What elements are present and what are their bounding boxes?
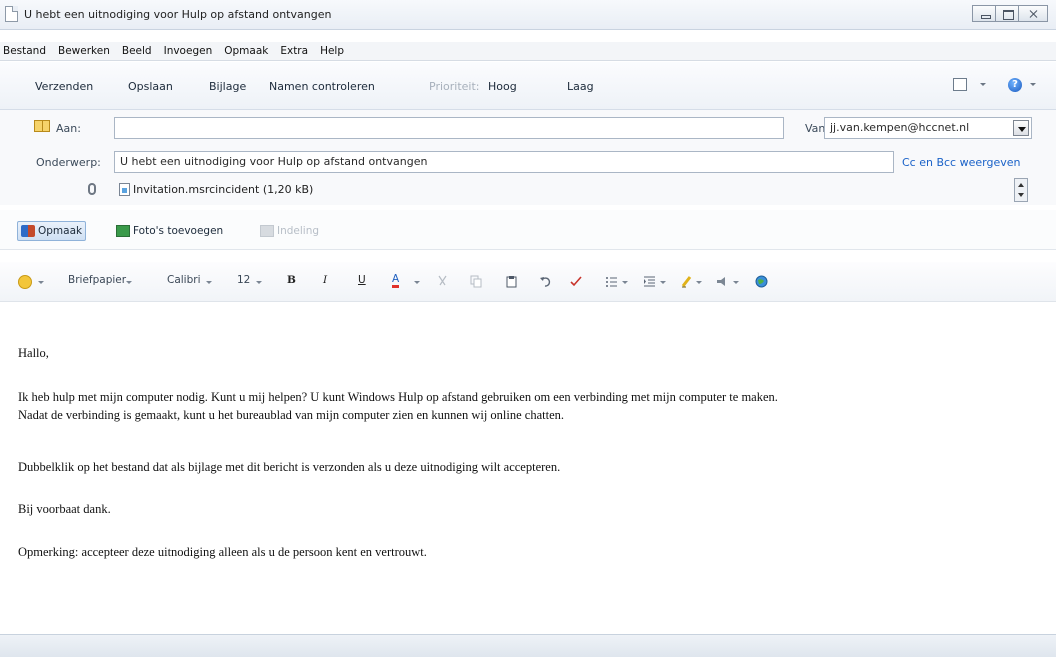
underline-button[interactable]: U [358,274,366,286]
save-button[interactable]: Opslaan [128,80,173,93]
italic-button[interactable]: I [323,274,327,286]
window-controls [972,5,1048,22]
window-title: U hebt een uitnodiging voor Hulp op afst… [24,8,332,21]
layout-label: Indeling [277,225,320,237]
chevron-down-icon[interactable] [660,281,666,284]
minimize-button[interactable] [972,5,996,22]
stationery-dropdown[interactable]: Briefpapier [68,274,126,286]
check-names-button[interactable]: Namen controleren [269,80,375,93]
bulleted-list-icon[interactable] [605,275,618,288]
status-bar [0,634,1056,657]
menu-insert[interactable]: Invoegen [158,45,219,57]
from-select[interactable]: jj.van.kempen@hccnet.nl [824,117,1032,139]
menu-help[interactable]: Help [314,45,350,57]
body-paragraph: Dubbelklik op het bestand dat als bijlag… [18,460,561,474]
format-button[interactable]: Opmaak [17,221,87,241]
main-toolbar: Verzenden Opslaan Bijlage Namen controle… [0,62,1056,110]
cut-icon[interactable] [436,275,449,288]
font-color-button[interactable]: A [392,274,400,288]
priority-low-button[interactable]: Laag [567,80,594,93]
close-button[interactable] [1018,5,1048,22]
chevron-down-icon[interactable] [1030,83,1036,86]
from-value: jj.van.kempen@hccnet.nl [830,121,970,134]
paperclip-icon [88,183,96,195]
menu-tools[interactable]: Extra [274,45,314,57]
to-input[interactable] [114,117,784,139]
menu-edit[interactable]: Bewerken [52,45,116,57]
chevron-down-icon[interactable] [206,281,212,284]
chevron-down-icon[interactable] [38,281,44,284]
send-button[interactable]: Verzenden [35,80,93,93]
emoticon-icon[interactable] [18,275,32,289]
photo-icon [116,225,130,237]
add-photos-label: Foto's toevoegen [133,225,224,237]
chevron-down-icon[interactable] [980,83,986,86]
font-family-dropdown[interactable]: Calibri [167,274,201,286]
chevron-down-icon[interactable] [733,281,739,284]
priority-label: Prioriteit: [429,80,480,93]
attach-button[interactable]: Bijlage [209,80,246,93]
layout-icon [260,225,274,237]
document-icon [5,6,18,22]
chevron-down-icon[interactable] [696,281,702,284]
send-receive-icon[interactable] [953,78,967,91]
chevron-down-icon[interactable] [622,281,628,284]
cc-bcc-link[interactable]: Cc en Bcc weergeven [902,156,1020,169]
chevron-down-icon[interactable] [126,281,132,284]
formatting-toolbar: Briefpapier Calibri 12 B I U A [0,262,1056,302]
help-icon[interactable]: ? [1008,78,1022,92]
menu-view[interactable]: Beeld [116,45,158,57]
message-body[interactable]: Hallo, Ik heb hulp met mijn computer nod… [0,303,1056,633]
layout-button[interactable]: Indeling [257,221,322,241]
chevron-down-icon[interactable] [414,281,420,284]
undo-icon[interactable] [539,275,552,288]
body-greeting: Hallo, [18,346,49,360]
body-paragraph: Bij voorbaat dank. [18,502,111,516]
body-paragraph-line: Nadat de verbinding is gemaakt, kunt u h… [18,408,565,422]
insert-object-icon[interactable] [715,275,728,288]
add-photos-button[interactable]: Foto's toevoegen [113,221,226,241]
priority-high-button[interactable]: Hoog [488,80,517,93]
indent-icon[interactable] [643,275,656,288]
format-label: Opmaak [38,225,83,237]
menu-file[interactable]: Bestand [0,45,52,57]
to-label: Aan: [56,122,81,135]
attachment-scroll[interactable] [1014,178,1028,202]
chevron-down-icon[interactable] [256,281,262,284]
copy-icon[interactable] [470,275,483,288]
chevron-down-icon[interactable] [1013,120,1029,136]
globe-icon[interactable] [755,275,768,288]
subject-label: Onderwerp: [36,156,101,169]
spellcheck-icon[interactable] [570,275,583,288]
subject-input[interactable]: U hebt een uitnodiging voor Hulp op afst… [114,151,894,173]
title-bar: U hebt een uitnodiging voor Hulp op afst… [0,0,1056,30]
maximize-button[interactable] [995,5,1019,22]
format-icon [21,225,35,237]
body-paragraph: Opmerking: accepteer deze uitnodiging al… [18,545,427,559]
bold-button[interactable]: B [287,274,296,286]
menu-format[interactable]: Opmaak [218,45,274,57]
menu-bar: Bestand Bewerken Beeld Invoegen Opmaak E… [0,42,1056,61]
attachment-item[interactable]: Invitation.msrcincident (1,20 kB) [133,183,313,196]
font-size-dropdown[interactable]: 12 [237,274,250,286]
paste-icon[interactable] [505,275,518,288]
highlight-icon[interactable] [680,275,693,288]
body-paragraph-line: Ik heb hulp met mijn computer nodig. Kun… [18,390,778,404]
address-book-icon[interactable] [34,120,50,132]
compose-toolbar: Opmaak Foto's toevoegen Indeling [0,210,1056,250]
attachment-file-icon[interactable] [119,183,130,196]
